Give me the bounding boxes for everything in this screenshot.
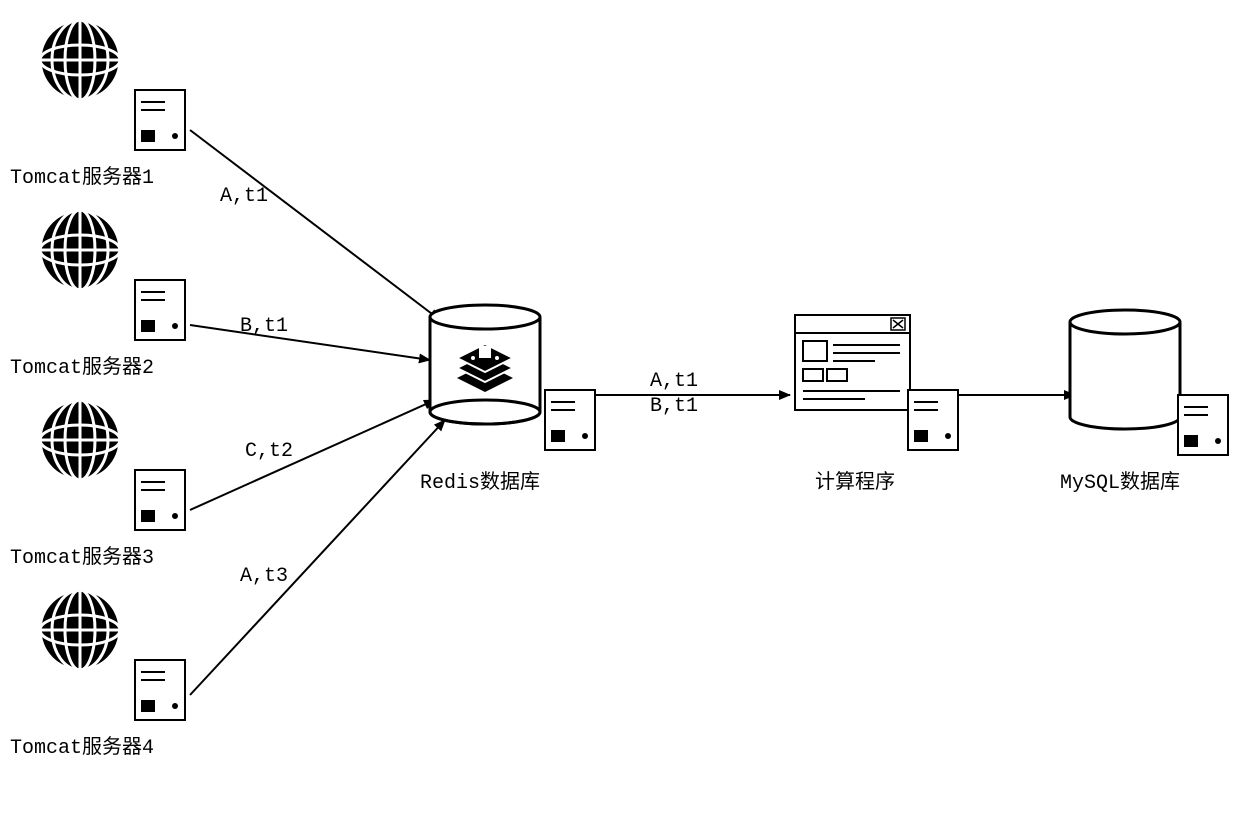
compute-label: 计算程序 [815,465,895,495]
edge-tomcat1-redis [190,130,440,320]
tomcat-server-4 [30,580,200,737]
tomcat-server-1 [30,10,200,167]
edge-label-t4: A,t3 [240,565,288,588]
edge-tomcat3-redis [190,400,435,510]
tomcat-icon-2 [30,200,200,350]
compute-icon [790,310,970,460]
edge-label-t3: C,t2 [245,440,293,463]
compute-node [790,310,970,467]
tomcat-icon-4 [30,580,200,730]
redis-icon [420,300,610,460]
edge-label-redis-compute-2: B,t1 [650,395,698,418]
edge-tomcat4-redis [190,420,445,695]
mysql-label: MySQL数据库 [1060,465,1180,495]
tomcat2-label: Tomcat服务器2 [10,350,154,380]
edge-tomcat2-redis [190,325,430,360]
tomcat-icon-1 [30,10,200,160]
redis-label: Redis数据库 [420,465,540,495]
tomcat-icon-3 [30,390,200,540]
edge-label-redis-compute-1: A,t1 [650,370,698,393]
diagram-canvas: Tomcat服务器1 Tomcat服务器2 [0,0,1240,836]
mysql-icon [1060,305,1240,465]
edge-label-t2: B,t1 [240,315,288,338]
redis-node [420,300,610,467]
tomcat4-label: Tomcat服务器4 [10,730,154,760]
tomcat1-label: Tomcat服务器1 [10,160,154,190]
edge-label-t1: A,t1 [220,185,268,208]
tomcat3-label: Tomcat服务器3 [10,540,154,570]
tomcat-server-2 [30,200,200,357]
tomcat-server-3 [30,390,200,547]
mysql-node [1060,305,1240,472]
